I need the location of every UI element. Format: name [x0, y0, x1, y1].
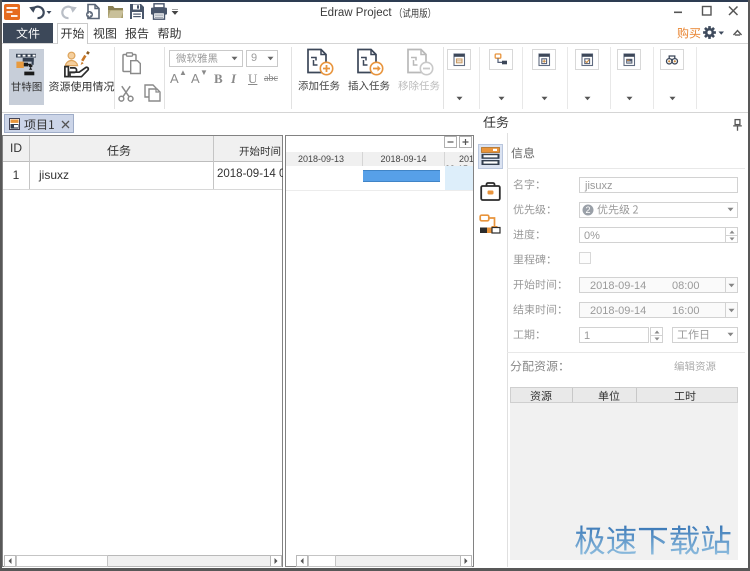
svg-text:2: 2 — [585, 205, 590, 215]
